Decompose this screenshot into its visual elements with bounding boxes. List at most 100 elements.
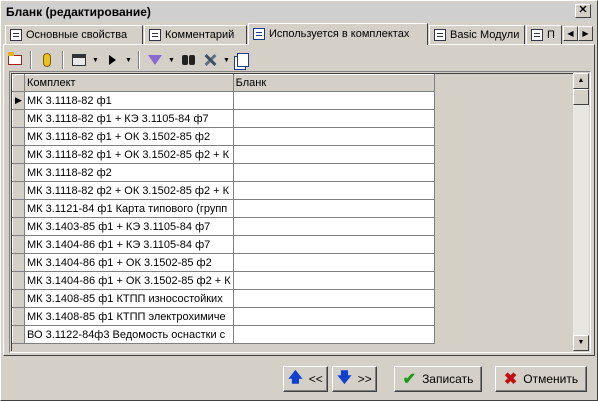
filter-button[interactable] [145, 50, 165, 70]
row-indicator[interactable] [12, 253, 25, 272]
cell-komplekt[interactable]: МК 3.1404-86 ф1 + КЭ 3.1105-84 ф7 [24, 235, 234, 254]
run-button[interactable] [102, 50, 122, 70]
cell-komplekt[interactable]: МК 3.1404-86 ф1 + ОК 3.1502-85 ф2 + К [24, 271, 234, 290]
arrow-down-icon: 🡇 [337, 369, 352, 385]
document-icon [149, 29, 161, 41]
previous-record-button[interactable]: 🡅 << [283, 366, 328, 392]
cell-blank[interactable] [233, 271, 435, 290]
toolbar-separator [62, 51, 64, 69]
tools-dropdown-arrow[interactable]: ▼ [222, 57, 231, 64]
row-indicator[interactable] [12, 217, 25, 236]
scroll-down-button[interactable]: ▼ [573, 335, 589, 351]
tab-used-in-sets[interactable]: Используется в комплектах [248, 23, 428, 45]
tab-more[interactable]: П [526, 25, 562, 44]
cell-blank[interactable] [233, 217, 435, 236]
cell-komplekt[interactable]: МК 3.1118-82 ф1 [24, 91, 234, 110]
cell-komplekt[interactable]: МК 3.1121-84 ф1 Карта типового (групп [24, 199, 234, 218]
row-indicator[interactable] [12, 145, 25, 164]
cell-blank[interactable] [233, 163, 435, 182]
cell-komplekt[interactable]: МК 3.1118-82 ф1 + ОК 3.1502-85 ф2 + К [24, 145, 234, 164]
window-title: Бланк (редактирование) [6, 5, 151, 19]
cell-komplekt[interactable]: МК 3.1403-85 ф1 + КЭ 3.1105-84 ф7 [24, 217, 234, 236]
scroll-up-button[interactable]: ▲ [573, 73, 589, 89]
close-button[interactable]: ✕ [575, 4, 591, 18]
print-dropdown-arrow[interactable]: ▼ [91, 57, 100, 64]
table-row[interactable]: МК 3.1118-82 ф1 + ОК 3.1502-85 ф2 + К [12, 145, 435, 164]
row-indicator[interactable]: ▶ [12, 91, 25, 110]
row-indicator[interactable] [12, 235, 25, 254]
tab-basic-modules[interactable]: Basic Модули [429, 25, 525, 44]
cell-komplekt[interactable]: МК 3.1408-85 ф1 КТПП износостойких [24, 289, 234, 308]
table-row[interactable]: МК 3.1404-86 ф1 + КЭ 3.1105-84 ф7 [12, 235, 435, 254]
table-row[interactable]: МК 3.1118-82 ф1 + ОК 3.1502-85 ф2 [12, 127, 435, 146]
table-icon [253, 27, 265, 40]
cell-blank[interactable] [233, 325, 435, 344]
tab-label: Основные свойства [26, 29, 128, 41]
row-indicator[interactable] [12, 199, 25, 218]
row-indicator[interactable] [12, 307, 25, 326]
vertical-scrollbar[interactable]: ▲ ▼ [573, 73, 589, 351]
row-indicator-header [12, 74, 25, 92]
row-indicator[interactable] [12, 127, 25, 146]
row-indicator[interactable] [12, 271, 25, 290]
table-row[interactable]: МК 3.1118-82 ф2 [12, 163, 435, 182]
cell-blank[interactable] [233, 253, 435, 272]
find-button[interactable] [37, 50, 57, 70]
cell-komplekt[interactable]: МК 3.1408-85 ф1 КТПП электрохимиче [24, 307, 234, 326]
cell-komplekt[interactable]: ВО 3.1122-84ф3 Ведомость оснастки с [24, 325, 234, 344]
new-row-button[interactable] [5, 50, 25, 70]
save-label: Записать [422, 372, 474, 386]
cell-komplekt[interactable]: МК 3.1404-86 ф1 + ОК 3.1502-85 ф2 [24, 253, 234, 272]
cell-komplekt[interactable]: МК 3.1118-82 ф1 + ОК 3.1502-85 ф2 [24, 127, 234, 146]
row-indicator[interactable] [12, 109, 25, 128]
cell-blank[interactable] [233, 91, 435, 110]
table-row[interactable]: ВО 3.1122-84ф3 Ведомость оснастки с [12, 325, 435, 344]
column-header-blank[interactable]: Бланк [232, 74, 435, 92]
table-row[interactable]: МК 3.1404-86 ф1 + ОК 3.1502-85 ф2 + К [12, 271, 435, 290]
run-dropdown-arrow[interactable]: ▼ [124, 57, 133, 64]
table-row[interactable]: МК 3.1118-82 ф1 + КЭ 3.1105-84 ф7 [12, 109, 435, 128]
binoculars-icon [181, 55, 195, 65]
cell-komplekt[interactable]: МК 3.1118-82 ф2 [24, 163, 234, 182]
cell-blank[interactable] [233, 307, 435, 326]
cell-blank[interactable] [233, 235, 435, 254]
grid-header-row: Комплект Бланк [12, 74, 435, 92]
row-indicator[interactable] [12, 289, 25, 308]
cancel-button[interactable]: ✖ Отменить [495, 366, 587, 392]
cell-blank[interactable] [233, 145, 435, 164]
scroll-thumb[interactable] [573, 89, 589, 105]
table-row[interactable]: МК 3.1121-84 ф1 Карта типового (групп [12, 199, 435, 218]
tab-comment[interactable]: Комментарий [144, 25, 247, 44]
table-row[interactable]: МК 3.1404-86 ф1 + ОК 3.1502-85 ф2 [12, 253, 435, 272]
table-row[interactable]: МК 3.1118-82 ф2 + ОК 3.1502-85 ф2 + К [12, 181, 435, 200]
cell-blank[interactable] [233, 181, 435, 200]
cell-komplekt[interactable]: МК 3.1118-82 ф2 + ОК 3.1502-85 ф2 + К [24, 181, 234, 200]
table-row[interactable]: МК 3.1408-85 ф1 КТПП электрохимиче [12, 307, 435, 326]
properties-icon [10, 29, 22, 41]
tab-scroll-left-button[interactable]: ◀ [563, 26, 578, 41]
tab-label: Комментарий [165, 29, 235, 41]
cell-blank[interactable] [233, 199, 435, 218]
tools-button[interactable] [200, 50, 220, 70]
row-indicator[interactable] [12, 325, 25, 344]
cell-blank[interactable] [233, 289, 435, 308]
table-row[interactable]: ▶ МК 3.1118-82 ф1 [12, 91, 435, 110]
table-row[interactable]: МК 3.1408-85 ф1 КТПП износостойких [12, 289, 435, 308]
cell-blank[interactable] [233, 127, 435, 146]
column-header-komplekt[interactable]: Комплект [24, 74, 234, 92]
row-indicator[interactable] [12, 181, 25, 200]
copy-button[interactable] [233, 50, 253, 70]
save-button[interactable]: ✔ Записать [394, 366, 482, 392]
cell-blank[interactable] [233, 109, 435, 128]
table-row[interactable]: МК 3.1403-85 ф1 + КЭ 3.1105-84 ф7 [12, 217, 435, 236]
row-indicator[interactable] [12, 163, 25, 182]
toolbar: ▼ ▼ ▼ ▼ [5, 48, 585, 72]
tab-main-properties[interactable]: Основные свойства [5, 25, 143, 44]
next-record-button[interactable]: 🡇 >> [332, 366, 377, 392]
search-button[interactable] [178, 50, 198, 70]
tab-scroll-right-button[interactable]: ▶ [578, 26, 593, 41]
print-button[interactable] [69, 50, 89, 70]
cell-komplekt[interactable]: МК 3.1118-82 ф1 + КЭ 3.1105-84 ф7 [24, 109, 234, 128]
next-label: >> [357, 372, 372, 386]
filter-dropdown-arrow[interactable]: ▼ [167, 57, 176, 64]
